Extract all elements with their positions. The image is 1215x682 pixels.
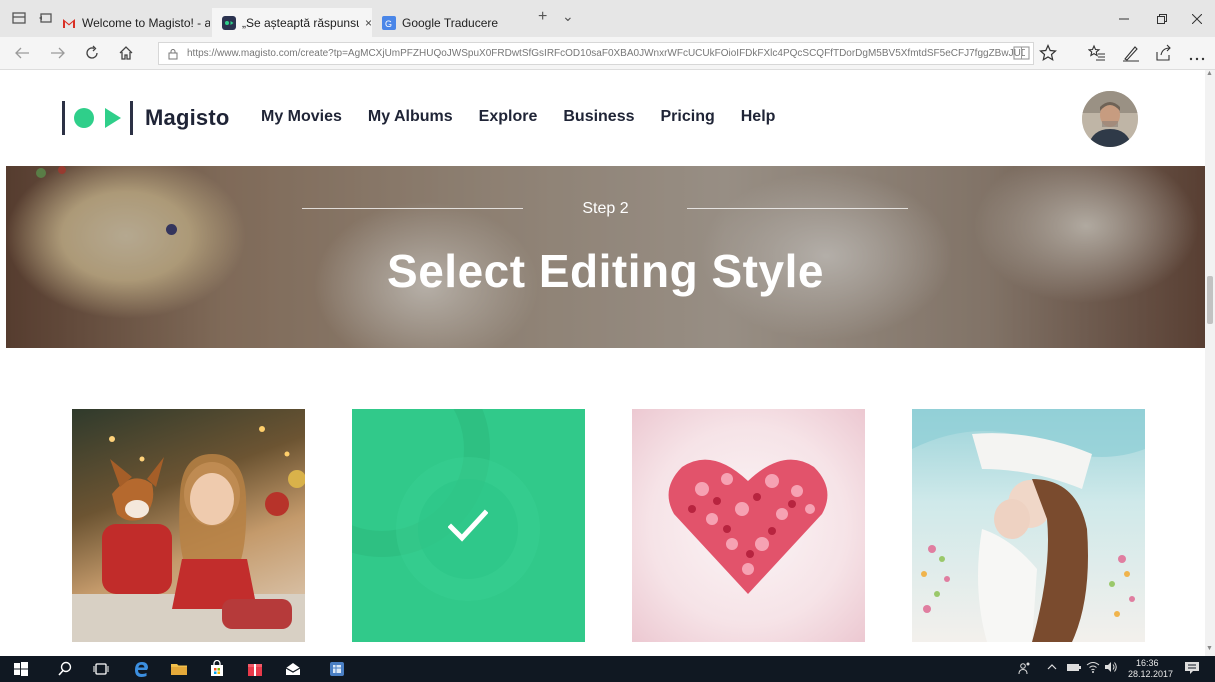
url-text: https://www.magisto.com/create?tp=AgMCXj… <box>187 48 1025 59</box>
svg-text:G: G <box>385 19 392 29</box>
close-window-icon[interactable] <box>1191 11 1203 27</box>
windows-taskbar: 16:36 28.12.2017 <box>0 656 1215 682</box>
mail-icon[interactable] <box>284 660 302 678</box>
scroll-down-icon[interactable]: ▼ <box>1206 645 1213 652</box>
style-card-christmas[interactable] <box>72 409 305 642</box>
favorites-icon[interactable] <box>1087 44 1106 65</box>
nav-pricing[interactable]: Pricing <box>661 108 715 126</box>
nav-my-movies[interactable]: My Movies <box>261 108 342 126</box>
page-scrollbar[interactable]: ▲ ▼ <box>1205 70 1215 656</box>
flower-heart-image <box>668 459 828 594</box>
share-icon[interactable] <box>1155 44 1173 65</box>
volume-icon[interactable] <box>1104 661 1118 676</box>
nav-my-albums[interactable]: My Albums <box>368 108 453 126</box>
main-nav: My Movies My Albums Explore Business Pri… <box>261 108 801 126</box>
gift-app-icon[interactable] <box>246 660 264 678</box>
tab-list-icon[interactable]: ⌄ <box>562 9 574 23</box>
pinned-app-icon[interactable] <box>328 660 346 678</box>
tab-label: Google Traducere <box>402 15 499 30</box>
lock-icon <box>168 48 178 59</box>
hero-banner: Step 2 Select Editing Style <box>6 166 1205 348</box>
christmas-dog-girl-image <box>72 426 305 642</box>
google-translate-icon: G <box>382 15 396 30</box>
tab-gmail[interactable]: Welcome to Magisto! - agai <box>62 8 210 37</box>
brand-name: Magisto <box>145 105 230 130</box>
nav-explore[interactable]: Explore <box>479 108 538 126</box>
refresh-icon[interactable] <box>84 45 100 65</box>
style-card-family[interactable] <box>912 409 1145 642</box>
avatar[interactable] <box>1082 91 1138 147</box>
people-icon[interactable] <box>1018 661 1032 678</box>
notifications-icon[interactable] <box>1184 660 1200 679</box>
chevron-up-icon[interactable] <box>1046 661 1058 676</box>
clock-date[interactable]: 28.12.2017 <box>1128 669 1173 679</box>
tab-label: Welcome to Magisto! - agai <box>82 15 210 30</box>
star-icon[interactable] <box>1039 44 1057 65</box>
nav-help[interactable]: Help <box>741 108 776 126</box>
back-arrow-icon[interactable] <box>14 45 30 65</box>
windows-start-icon[interactable] <box>12 660 30 678</box>
tab-magisto-active[interactable]: „Se așteaptă răspunsul ‹ × <box>212 8 372 37</box>
magisto-logo[interactable]: Magisto <box>62 100 230 136</box>
scroll-thumb[interactable] <box>1207 276 1213 324</box>
new-tab-icon[interactable]: + <box>538 9 547 25</box>
style-card-selected[interactable] <box>352 409 585 642</box>
more-icon[interactable] <box>1189 48 1205 65</box>
tab-google-translate[interactable]: G Google Traducere <box>378 8 518 37</box>
tab-label: „Se așteaptă răspunsul ‹ <box>242 15 359 30</box>
wifi-icon[interactable] <box>1086 661 1100 676</box>
checkmark-icon <box>448 509 488 542</box>
magisto-favicon-icon <box>222 15 236 30</box>
search-icon[interactable] <box>56 660 74 678</box>
site-header: Magisto My Movies My Albums Explore Busi… <box>0 70 1205 166</box>
style-card-heart[interactable] <box>632 409 865 642</box>
edge-icon[interactable] <box>132 660 150 678</box>
browser-tab-bar: Welcome to Magisto! - agai „Se așteaptă … <box>0 0 1215 37</box>
restore-icon[interactable] <box>1157 11 1167 27</box>
task-view-icon[interactable] <box>92 660 110 678</box>
logo-bar <box>130 101 133 135</box>
mother-child-image <box>912 409 1145 642</box>
page-title: Select Editing Style <box>387 245 824 297</box>
logo-bar <box>62 101 65 135</box>
logo-dot-icon <box>74 108 94 128</box>
nav-business[interactable]: Business <box>563 108 634 126</box>
show-tabs-icon[interactable] <box>38 11 52 28</box>
home-icon[interactable] <box>118 45 134 65</box>
clock-time[interactable]: 16:36 <box>1136 658 1159 668</box>
battery-icon[interactable] <box>1066 661 1082 676</box>
address-bar-row: https://www.magisto.com/create?tp=AgMCXj… <box>0 37 1215 70</box>
scroll-up-icon[interactable]: ▲ <box>1206 70 1213 77</box>
file-explorer-icon[interactable] <box>170 660 188 678</box>
gmail-icon <box>63 18 75 28</box>
close-tab-icon[interactable]: × <box>365 16 372 30</box>
minimize-icon[interactable] <box>1119 11 1129 27</box>
step-label: Step 2 <box>582 200 629 217</box>
logo-play-icon <box>105 108 121 128</box>
pen-icon[interactable] <box>1122 44 1140 65</box>
url-field[interactable]: https://www.magisto.com/create?tp=AgMCXj… <box>158 42 1034 65</box>
forward-arrow-icon[interactable] <box>50 45 66 65</box>
store-icon[interactable] <box>208 660 226 678</box>
reading-view-icon[interactable] <box>1013 45 1030 64</box>
tabs-aside-icon[interactable] <box>12 11 26 28</box>
